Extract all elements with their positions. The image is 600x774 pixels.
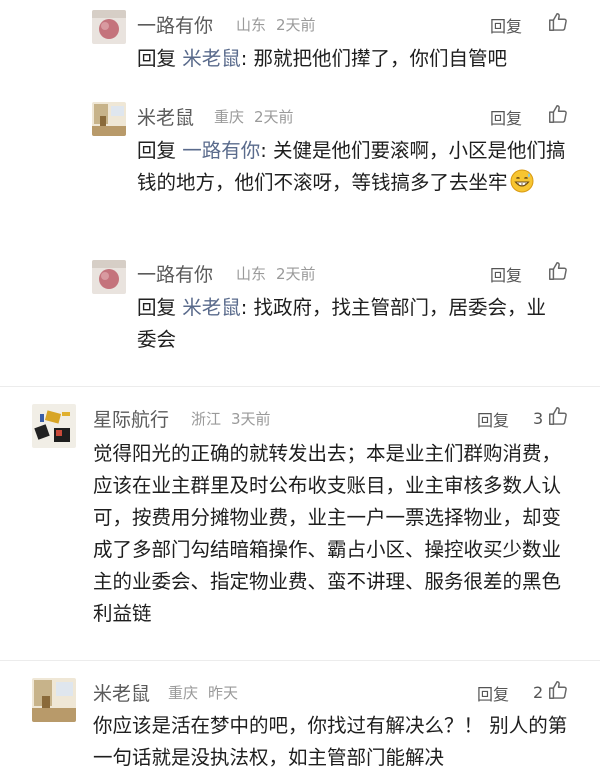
divider [0,386,600,387]
reply-button[interactable]: 回复 [490,262,522,286]
comment-time: 2天前 [276,16,316,34]
comment-text: 你应该是活在梦中的吧，你找过有解决么？！ 别人的第一句话就是没执法权，如主管部门… [93,714,568,769]
reply-prefix: 回复 [137,139,183,162]
thumbs-up-icon [547,103,569,129]
like-button[interactable] [547,11,569,37]
like-button[interactable] [547,103,569,129]
commenter-name[interactable]: 星际航行 [93,405,169,432]
comment-time: 2天前 [276,265,316,283]
avatar[interactable] [92,102,126,136]
reply-prefix: 回复 [137,296,183,319]
comment-reply-2: 米老鼠 重庆 2天前 回复 回复 一路有你: 关健是他们要滚啊，小区是他们搞钱的… [0,96,600,246]
comment-location: 山东 [236,265,267,283]
comment-5: 米老鼠 重庆 昨天 回复 2 你应该是活在梦中的吧，你找过有解决么？！ 别人的第… [0,672,600,773]
like-button[interactable]: 3 [533,405,569,431]
divider [0,660,600,661]
comment-text: 回复 米老鼠: 那就把他们撵了，你们自管吧 [137,43,577,75]
thumbs-up-icon [547,405,569,431]
comment-4: 星际航行 浙江 3天前 回复 3 觉得阳光的正确的就转发出去；本是业主们群购消费… [0,396,600,656]
reply-button[interactable]: 回复 [477,681,509,705]
reply-target-name[interactable]: 米老鼠 [182,296,241,319]
commenter-name[interactable]: 一路有你 [137,11,213,38]
avatar[interactable] [32,404,76,448]
comment-location: 山东 [236,16,267,34]
like-button[interactable] [547,260,569,286]
like-count: 2 [533,682,544,702]
thumbs-up-icon [547,260,569,286]
avatar[interactable] [32,678,76,722]
comment-text: 觉得阳光的正确的就转发出去；本是业主们群购消费，应该在业主群里及时公布收支账目，… [93,442,562,625]
commenter-name[interactable]: 米老鼠 [93,679,150,706]
reply-button[interactable]: 回复 [490,13,522,37]
reply-prefix: 回复 [137,47,183,70]
comment-reply-3: 一路有你 山东 2天前 回复 回复 米老鼠: 找政府，找主管部门，居委会，业委会 [0,254,600,374]
comment-body: : 那就把他们撵了，你们自管吧 [240,47,507,70]
comment-time: 3天前 [231,410,271,428]
thumbs-up-icon [547,11,569,37]
comment-location: 重庆 [214,108,245,126]
avatar[interactable] [92,260,126,294]
like-count: 3 [533,408,544,428]
commenter-name[interactable]: 一路有你 [137,260,213,287]
reply-target-name[interactable]: 一路有你 [182,139,260,162]
comment-time: 昨天 [208,684,239,702]
comment-location: 浙江 [191,410,222,428]
reply-button[interactable]: 回复 [477,407,509,431]
comment-text: 回复 米老鼠: 找政府，找主管部门，居委会，业委会 [137,292,557,356]
comment-text: 回复 一路有你: 关健是他们要滚啊，小区是他们搞钱的地方，他们不滚呀，等钱搞多了… [137,135,571,203]
commenter-name[interactable]: 米老鼠 [137,103,194,130]
comment-location: 重庆 [168,684,199,702]
comment-reply-1: 一路有你 山东 2天前 回复 回复 米老鼠: 那就把他们撵了，你们自管吧 [0,0,600,80]
avatar[interactable] [92,10,126,44]
reply-target-name[interactable]: 米老鼠 [182,47,241,70]
comment-time: 2天前 [254,108,294,126]
reply-button[interactable]: 回复 [490,105,522,129]
grinning-sweat-face-icon [510,169,534,203]
thumbs-up-icon [547,679,569,705]
like-button[interactable]: 2 [533,679,569,705]
